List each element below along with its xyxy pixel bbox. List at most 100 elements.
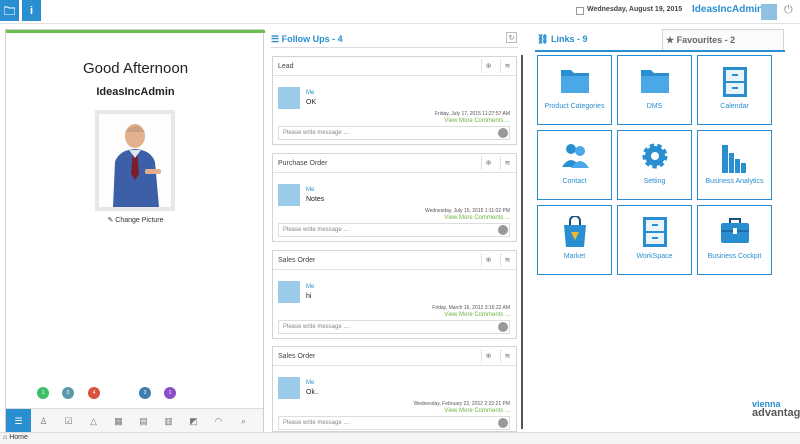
note-icon: ◩	[189, 415, 198, 426]
power-icon[interactable]: ⏻	[784, 4, 793, 17]
checklist-icon: ☑	[64, 415, 73, 426]
avatar	[278, 87, 300, 109]
view-more-comments-link[interactable]: View More Comments ...	[444, 118, 510, 124]
zoom-icon[interactable]: ⊕	[481, 156, 495, 170]
bar-chart-icon	[721, 145, 746, 173]
rss-feed-icon[interactable]: ≋	[500, 59, 514, 73]
send-icon[interactable]	[498, 322, 508, 332]
message-input[interactable]: Please write message ....	[278, 126, 510, 140]
rss-feed-icon[interactable]: ≋	[500, 253, 514, 267]
calendar-icon[interactable]	[576, 7, 584, 15]
tab-links[interactable]: ⛓ Links - 9	[537, 34, 587, 45]
card-author: Me	[306, 284, 315, 290]
view-more-comments-link[interactable]: View More Comments ...	[444, 215, 510, 221]
avatar	[278, 281, 300, 303]
refresh-icon[interactable]: ↻	[506, 32, 517, 43]
badge-1: 1	[37, 387, 49, 399]
change-picture-link[interactable]: ✎ Change Picture	[6, 216, 265, 224]
rss-feed-icon[interactable]: ≋	[500, 349, 514, 363]
message-input[interactable]: Please write message ....	[278, 320, 510, 334]
tab-notes[interactable]: ◩	[181, 409, 206, 433]
tab-user-info[interactable]: ☰	[6, 409, 31, 433]
home-icon: ⌂	[3, 434, 8, 441]
tab-kpi[interactable]: ◠	[206, 409, 231, 433]
tab-reports[interactable]: ▥	[156, 409, 181, 433]
followups-title[interactable]: ☰ Follow Ups - 4	[271, 34, 343, 45]
card-date: Friday, March 16, 2012 3:16:22 AM	[432, 305, 510, 311]
current-date: Wednesday, August 19, 2015	[587, 6, 683, 13]
zoom-icon[interactable]: ⊕	[481, 59, 495, 73]
tile-contact[interactable]: Contact	[537, 130, 612, 200]
tab-team[interactable]: ♙	[31, 409, 56, 433]
zoom-icon[interactable]: ⊕	[481, 253, 495, 267]
profile-panel: Good Afternoon IdeasIncAdmin ✎ Change Pi…	[5, 29, 265, 433]
info-button[interactable]: i	[22, 0, 41, 21]
card-date: Wednesday, February 22, 2012 2:22:21 PM	[413, 401, 510, 407]
view-more-comments-link[interactable]: View More Comments ...	[444, 312, 510, 318]
tab-search[interactable]: ⌕	[231, 409, 256, 433]
message-input[interactable]: Please write message ....	[278, 416, 510, 430]
tab-calendar[interactable]: ▦	[106, 409, 131, 433]
followups-scrollbar[interactable]	[521, 55, 523, 429]
report-icon: ▥	[164, 415, 173, 426]
header-avatar[interactable]	[761, 4, 777, 20]
document-icon: ▤	[139, 415, 148, 426]
zoom-icon[interactable]: ⊕	[481, 349, 495, 363]
person-icon: ♙	[39, 415, 48, 426]
card-title: Lead	[278, 63, 294, 70]
gear-icon	[642, 143, 667, 169]
badge-3: 4	[88, 387, 100, 399]
card-author: Me	[306, 90, 315, 96]
profile-photo	[95, 110, 175, 211]
card-message: Ok..	[306, 389, 319, 396]
tile-setting[interactable]: Setting	[617, 130, 692, 200]
avatar	[278, 184, 300, 206]
tab-tasks[interactable]: ☑	[56, 409, 81, 433]
card-title: Purchase Order	[278, 160, 328, 167]
cabinet-icon	[722, 67, 747, 97]
followups-divider	[271, 47, 518, 48]
alert-icon: △	[90, 415, 97, 426]
avatar	[278, 377, 300, 399]
panel-accent-bar	[6, 30, 265, 33]
card-date: Friday, July 17, 2015 11:27:57 AM	[434, 111, 510, 117]
profile-tab-strip: ☰ ♙ ☑ △ ▦ ▤ ▥ ◩ ◠ ⌕	[6, 408, 263, 433]
tile-dms[interactable]: DMS	[617, 55, 692, 125]
send-icon[interactable]	[498, 128, 508, 138]
contacts-icon	[561, 144, 589, 168]
card-title: Sales Order	[278, 257, 316, 264]
star-icon: ★	[666, 35, 675, 45]
home-button[interactable]: ⌂ Home	[3, 434, 28, 441]
shopping-bag-icon	[563, 216, 586, 247]
tile-business-analytics[interactable]: Business Analytics	[697, 130, 772, 200]
tile-product-categories[interactable]: Product Categories	[537, 55, 612, 125]
card-message: OK	[306, 99, 317, 106]
rss-feed-icon[interactable]: ≋	[500, 156, 514, 170]
badge-5: 1	[164, 387, 176, 399]
tile-market[interactable]: Market	[537, 205, 612, 275]
tab-notices[interactable]: △	[81, 409, 106, 433]
tile-calendar[interactable]: Calendar	[697, 55, 772, 125]
tile-workspace[interactable]: WorkSpace	[617, 205, 692, 275]
card-title: Sales Order	[278, 353, 316, 360]
bottom-bar: ⌂ Home	[0, 432, 800, 444]
badge-2: 3	[62, 387, 74, 399]
send-icon[interactable]	[498, 418, 508, 428]
tab-favourites-label[interactable]: ★ Favourites - 2	[666, 35, 735, 46]
greeting: Good Afternoon	[82, 60, 189, 77]
folder-menu-button[interactable]	[0, 0, 19, 21]
folder-icon	[560, 70, 589, 93]
tile-business-cockpit[interactable]: Business Cockpit	[697, 205, 772, 275]
message-input[interactable]: Please write message ....	[278, 223, 510, 237]
header-user-name[interactable]: IdeasIncAdmin	[692, 4, 763, 15]
send-icon[interactable]	[498, 225, 508, 235]
view-more-comments-link[interactable]: View More Comments ...	[444, 408, 510, 414]
card-author: Me	[306, 380, 315, 386]
calendar-grid-icon: ▦	[114, 415, 123, 426]
tab-documents[interactable]: ▤	[131, 409, 156, 433]
followup-card: Sales Order ⊕ ≋ Me Ok.. Wednesday, Febru…	[272, 346, 517, 432]
user-card-icon: ☰	[14, 415, 23, 426]
card-author: Me	[306, 187, 315, 193]
folder-icon	[640, 70, 669, 93]
pencil-icon: ✎	[107, 217, 114, 224]
